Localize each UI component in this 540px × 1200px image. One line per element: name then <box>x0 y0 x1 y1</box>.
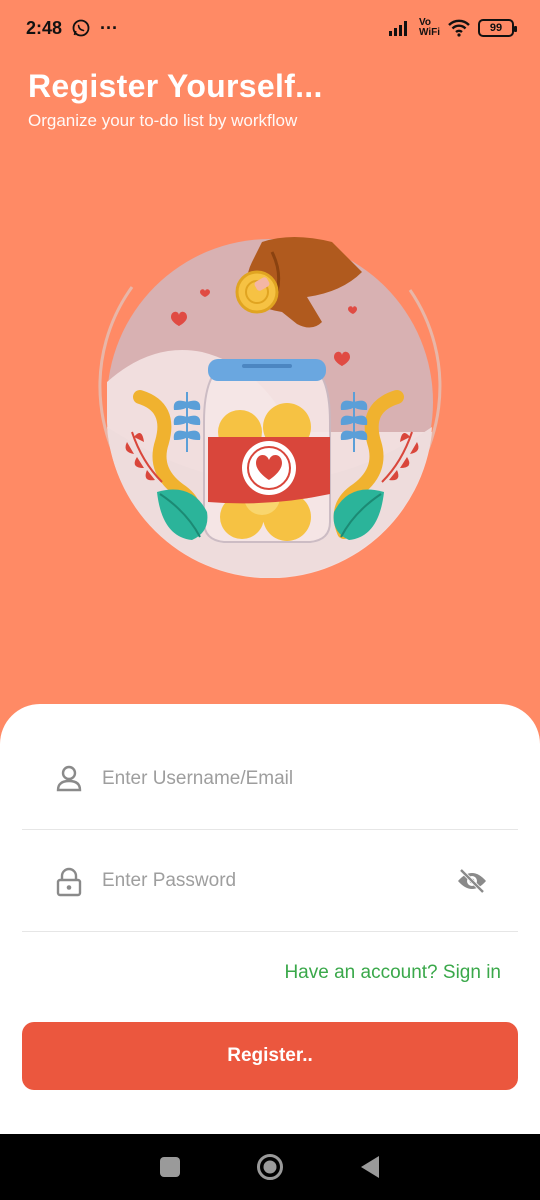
register-button[interactable]: Register.. <box>22 1022 518 1090</box>
eye-off-icon[interactable] <box>456 867 488 895</box>
password-input[interactable] <box>102 869 448 892</box>
lock-icon <box>56 867 82 896</box>
wifi-icon <box>448 19 470 37</box>
status-left: 2:48 ··· <box>26 18 118 39</box>
recent-apps-icon[interactable] <box>155 1152 185 1182</box>
username-input[interactable] <box>102 767 448 790</box>
password-field <box>22 830 518 932</box>
back-icon[interactable] <box>355 1152 385 1182</box>
username-field <box>22 728 518 830</box>
header: Register Yourself... Organize your to-do… <box>28 68 323 131</box>
page-subtitle: Organize your to-do list by workflow <box>28 111 298 130</box>
battery-icon: 99 <box>478 19 517 37</box>
system-nav-bar <box>0 1134 540 1200</box>
status-bar: 2:48 ··· Vo WiFi 99 <box>0 0 540 56</box>
whatsapp-icon <box>72 19 90 37</box>
more-notifications-icon: ··· <box>100 17 119 38</box>
register-form-card: Have an account? Sign in Register.. <box>0 704 540 1134</box>
home-icon[interactable] <box>255 1152 285 1182</box>
signal-icon <box>388 20 411 36</box>
savings-jar-illustration <box>92 232 448 579</box>
user-icon <box>56 765 82 793</box>
vowifi-wifi: WiFi <box>418 27 440 38</box>
status-right: Vo WiFi 99 <box>388 18 517 38</box>
status-time: 2:48 <box>26 17 63 38</box>
signin-link[interactable]: Have an account? Sign in <box>284 962 501 984</box>
page-title: Register Yourself... <box>28 68 323 104</box>
vowifi-indicator: Vo WiFi <box>419 18 440 38</box>
